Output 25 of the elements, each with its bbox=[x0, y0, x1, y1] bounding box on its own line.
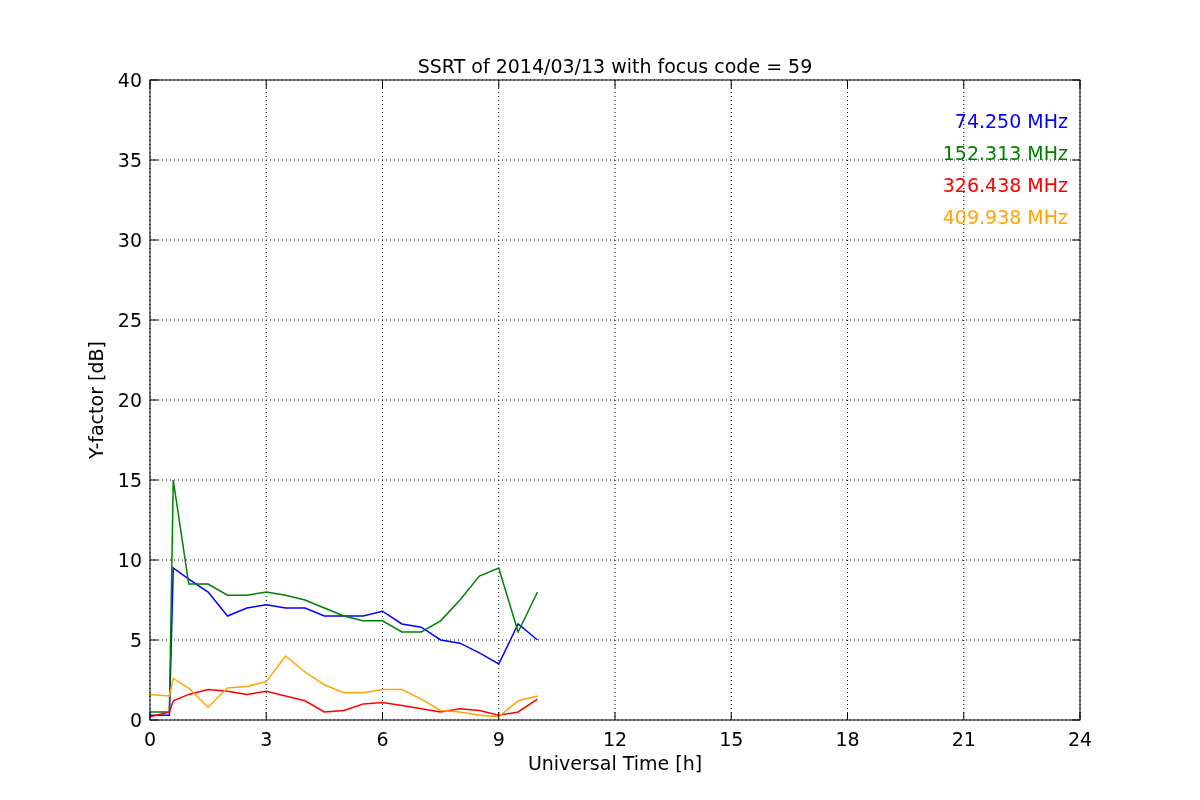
x-tick-label: 15 bbox=[719, 728, 744, 750]
y-tick-label: 10 bbox=[117, 549, 142, 571]
y-tick-label: 20 bbox=[117, 389, 142, 411]
legend-label: 74.250 MHz bbox=[954, 110, 1068, 132]
legend-label: 152.313 MHz bbox=[942, 142, 1068, 164]
y-tick-label: 25 bbox=[117, 309, 142, 331]
y-tick-label: 35 bbox=[117, 149, 142, 171]
y-tick-label: 40 bbox=[117, 69, 142, 91]
x-tick-label: 0 bbox=[143, 728, 157, 750]
legend-label: 409.938 MHz bbox=[942, 206, 1068, 228]
x-tick-label: 9 bbox=[492, 728, 505, 750]
y-tick-label: 0 bbox=[129, 709, 142, 731]
y-axis-label: Y-factor [dB] bbox=[85, 341, 107, 459]
x-axis-label: Universal Time [h] bbox=[527, 752, 703, 774]
x-tick-label: 6 bbox=[376, 728, 389, 750]
x-tick-label: 12 bbox=[602, 728, 628, 750]
y-tick-label: 5 bbox=[129, 629, 142, 651]
legend-label: 326.438 MHz bbox=[942, 174, 1068, 196]
y-tick-label: 30 bbox=[117, 229, 142, 251]
x-tick-label: 21 bbox=[951, 728, 976, 750]
y-tick-label: 15 bbox=[117, 469, 142, 491]
x-tick-label: 18 bbox=[835, 728, 860, 750]
chart-title: SSRT of 2014/03/13 with focus code = 59 bbox=[417, 55, 813, 77]
x-tick-label: 3 bbox=[260, 728, 273, 750]
x-tick-label: 24 bbox=[1067, 728, 1093, 750]
